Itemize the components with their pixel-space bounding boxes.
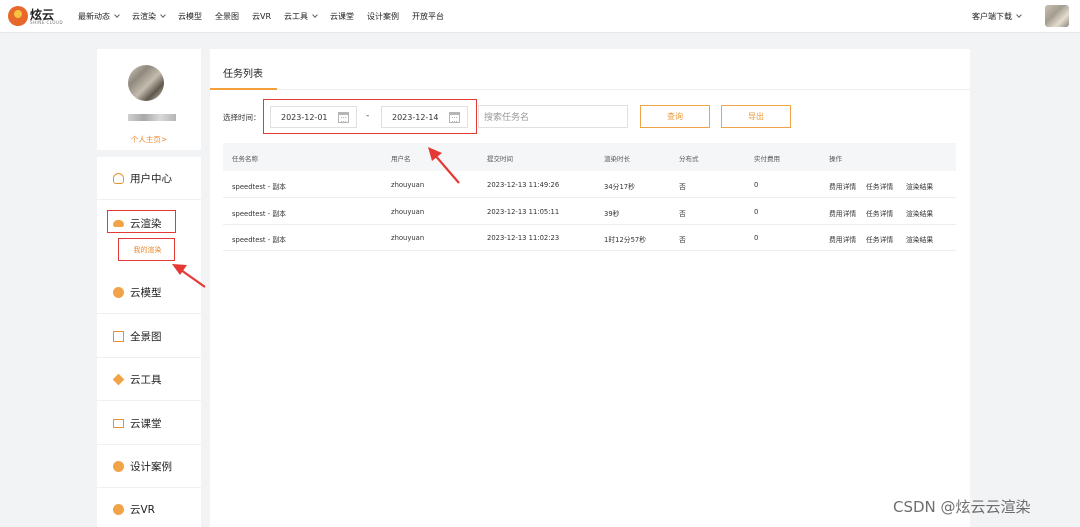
cost-cell: 0 (754, 208, 759, 216)
annotation-box-date-range (263, 99, 477, 134)
title-divider (210, 89, 970, 90)
submit-time-cell: 2023-12-13 11:02:23 (487, 234, 560, 242)
render-result-link[interactable]: 渲染结果 (906, 208, 933, 218)
nav-item-panorama[interactable]: 全景图 (215, 11, 239, 22)
page-title: 任务列表 (223, 69, 263, 80)
duration-cell: 34分17秒 (604, 183, 635, 191)
sidebar-item-cloud-tools[interactable]: 云工具 (97, 358, 201, 401)
cost-cell: 0 (754, 181, 759, 189)
table-row: speedtest - 副本 zhouyuan 2023-12-13 11:49… (223, 171, 956, 198)
time-filter-label: 选择时间： (223, 113, 261, 122)
task-detail-link[interactable]: 任务详情 (866, 208, 893, 218)
chevron-down-icon (312, 12, 318, 18)
nav-item-cloud-vr[interactable]: 云VR (252, 11, 271, 22)
distributed-cell: 否 (679, 183, 686, 191)
cost-cell: 0 (754, 234, 759, 242)
task-search-input[interactable]: 搜索任务名 (478, 105, 628, 128)
sidebar-item-label: 用户中心 (130, 172, 172, 185)
annotation-box-my-render (118, 238, 175, 261)
sidebar-item-label: 云课堂 (130, 417, 162, 430)
task-name-cell: speedtest - 副本 (232, 210, 286, 218)
column-header: 用户名 (391, 155, 411, 163)
nav-item-cloud-class[interactable]: 云课堂 (330, 11, 354, 22)
cost-detail-link[interactable]: 费用详情 (829, 234, 856, 244)
sidebar-item-cloud-model[interactable]: 云模型 (97, 271, 201, 314)
submit-time-cell: 2023-12-13 11:05:11 (487, 208, 560, 216)
task-detail-link[interactable]: 任务详情 (866, 234, 893, 244)
sidebar-item-design-cases[interactable]: 设计案例 (97, 445, 201, 488)
sidebar-item-cloud-vr[interactable]: 云VR (97, 488, 201, 527)
nav-item-cloud-tools[interactable]: 云工具 (284, 11, 318, 22)
main-nav: 最新动态 云渲染 云模型 全景图 云VR 云工具 云课堂 设计案例 开放平台 (78, 0, 457, 33)
column-header: 任务名称 (232, 155, 258, 163)
sidebar-item-label: 云VR (130, 504, 155, 516)
sidebar-item-label: 云模型 (130, 286, 162, 299)
export-button[interactable]: 导出 (721, 105, 791, 128)
nav-item-cloud-render[interactable]: 云渲染 (132, 11, 166, 22)
avatar[interactable] (1045, 5, 1069, 27)
render-result-link[interactable]: 渲染结果 (906, 181, 933, 191)
logo-subtitle: SHINE CLOUD (30, 20, 64, 25)
nav-item-cloud-model[interactable]: 云模型 (178, 11, 202, 22)
render-result-link[interactable]: 渲染结果 (906, 234, 933, 244)
task-name-cell: speedtest - 副本 (232, 183, 286, 191)
sidebar-item-cloud-class[interactable]: 云课堂 (97, 402, 201, 445)
table-header: 任务名称 用户名 提交时间 渲染时长 分布式 实付费用 操作 (223, 143, 956, 171)
top-navbar: 炫云 SHINE CLOUD 最新动态 云渲染 云模型 全景图 云VR 云工具 … (0, 0, 1080, 33)
duration-cell: 39秒 (604, 210, 620, 218)
chevron-down-icon (160, 12, 166, 18)
cloud-vr-icon (113, 504, 124, 515)
logo-mark-icon (8, 6, 28, 26)
column-header: 实付费用 (754, 155, 780, 163)
cloud-model-icon (113, 286, 124, 298)
cost-detail-link[interactable]: 费用详情 (829, 208, 856, 218)
nav-item-news[interactable]: 最新动态 (78, 11, 120, 22)
submit-time-cell: 2023-12-13 11:49:26 (487, 181, 560, 189)
annotation-box-cloud-render (107, 210, 176, 233)
cloud-class-icon (113, 418, 124, 428)
distributed-cell: 否 (679, 210, 686, 218)
column-header: 提交时间 (487, 155, 513, 163)
client-download-menu[interactable]: 客户端下载 (972, 11, 1022, 22)
task-name-cell: speedtest - 副本 (232, 236, 286, 244)
user-icon (113, 172, 124, 184)
sidebar-item-label: 设计案例 (130, 460, 172, 473)
column-header: 分布式 (679, 155, 699, 163)
tab-active-indicator (210, 88, 277, 90)
duration-cell: 1时12分57秒 (604, 236, 647, 244)
design-case-icon (113, 460, 124, 472)
task-detail-link[interactable]: 任务详情 (866, 181, 893, 191)
sidebar-item-panorama[interactable]: 全景图 (97, 315, 201, 358)
distributed-cell: 否 (679, 236, 686, 244)
table-row: speedtest - 副本 zhouyuan 2023-12-13 11:02… (223, 224, 956, 251)
panorama-icon (113, 330, 124, 342)
chevron-down-icon (1016, 12, 1022, 18)
sidebar-item-label: 全景图 (130, 330, 162, 343)
user-cell: zhouyuan (391, 234, 425, 242)
nav-item-design-cases[interactable]: 设计案例 (367, 11, 399, 22)
column-header: 渲染时长 (604, 155, 630, 163)
cost-detail-link[interactable]: 费用详情 (829, 181, 856, 191)
column-header: 操作 (829, 155, 842, 163)
chevron-down-icon (114, 12, 120, 18)
profile-avatar (128, 65, 164, 101)
user-cell: zhouyuan (391, 181, 425, 189)
personal-home-link[interactable]: 个人主页> (97, 134, 201, 145)
nav-item-open-platform[interactable]: 开放平台 (412, 11, 444, 22)
cloud-tool-icon (112, 373, 125, 385)
logo[interactable]: 炫云 SHINE CLOUD (8, 5, 66, 27)
user-cell: zhouyuan (391, 208, 425, 216)
watermark: CSDN @炫云云渲染 (893, 498, 1031, 516)
profile-username-blurred (128, 114, 176, 121)
sidebar-item-user-center[interactable]: 用户中心 (97, 157, 201, 200)
table-row: speedtest - 副本 zhouyuan 2023-12-13 11:05… (223, 198, 956, 225)
sidebar-item-label: 云工具 (130, 373, 162, 386)
query-button[interactable]: 查询 (640, 105, 710, 128)
